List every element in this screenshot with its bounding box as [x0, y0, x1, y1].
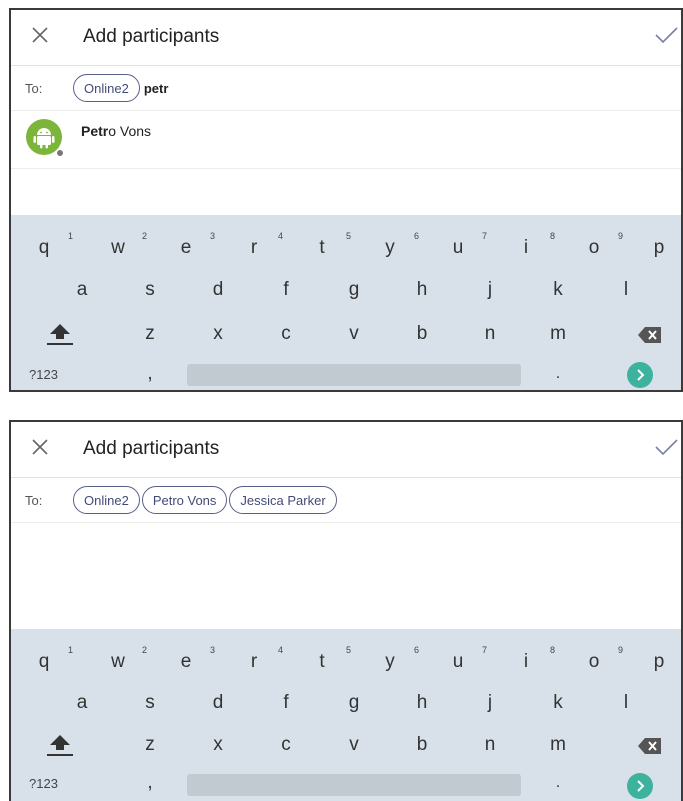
key-g[interactable]: g	[339, 692, 369, 714]
key-g[interactable]: g	[339, 279, 369, 301]
key-w[interactable]: w2	[103, 645, 147, 673]
recipients-field[interactable]: To: Online2 Petro Vons Jessica Parker	[11, 478, 681, 523]
result-name: Petro Vons	[81, 123, 151, 139]
key-z[interactable]: z	[135, 323, 165, 345]
key-t[interactable]: t5	[307, 645, 351, 673]
page-title: Add participants	[83, 26, 220, 47]
recipients-field[interactable]: To: Online2 petr	[11, 66, 681, 111]
key-n[interactable]: n	[475, 734, 505, 756]
backspace-icon[interactable]	[637, 325, 663, 345]
key-b[interactable]: b	[407, 323, 437, 345]
shift-arrow-icon[interactable]	[45, 321, 75, 345]
key-l[interactable]: l	[611, 279, 641, 301]
key-m[interactable]: m	[543, 734, 573, 756]
participant-chip[interactable]: Jessica Parker	[229, 486, 337, 514]
screen-selected-state: Add participants To: Online2 Petro Vons …	[9, 420, 683, 801]
key-x[interactable]: x	[203, 323, 233, 345]
key-h[interactable]: h	[407, 692, 437, 714]
spacebar[interactable]	[187, 774, 521, 796]
key-j[interactable]: j	[475, 692, 505, 714]
key-period[interactable]: .	[543, 365, 573, 383]
chevron-right-icon[interactable]	[627, 773, 653, 799]
key-n[interactable]: n	[475, 323, 505, 345]
key-r[interactable]: r4	[239, 231, 283, 259]
result-name-match: Petr	[81, 123, 109, 139]
symbols-key[interactable]: ?123	[29, 776, 58, 791]
key-x[interactable]: x	[203, 734, 233, 756]
participant-chip[interactable]: Petro Vons	[141, 486, 228, 514]
onscreen-keyboard: q1 w2 e3 r4 t5 y6 u7 i8 o9 p a s d f g h…	[11, 629, 681, 801]
key-o[interactable]: o9	[579, 645, 623, 673]
to-label: To:	[25, 80, 43, 96]
key-w[interactable]: w2	[103, 231, 147, 259]
presence-indicator	[56, 149, 64, 157]
backspace-icon[interactable]	[637, 736, 663, 756]
key-comma[interactable]: ,	[135, 363, 165, 385]
key-s[interactable]: s	[135, 692, 165, 714]
key-l[interactable]: l	[611, 692, 641, 714]
key-t[interactable]: t5	[307, 231, 351, 259]
shift-arrow-icon[interactable]	[45, 732, 75, 756]
key-j[interactable]: j	[475, 279, 505, 301]
key-c[interactable]: c	[271, 323, 301, 345]
key-comma[interactable]: ,	[135, 772, 165, 794]
symbols-key[interactable]: ?123	[29, 367, 58, 382]
key-f[interactable]: f	[271, 692, 301, 714]
page-title: Add participants	[83, 438, 220, 459]
key-q[interactable]: q1	[29, 645, 73, 673]
key-e[interactable]: e3	[171, 645, 215, 673]
participant-chip[interactable]: Online2	[73, 74, 140, 102]
checkmark-icon[interactable]	[653, 436, 679, 458]
key-a[interactable]: a	[67, 279, 97, 301]
key-y[interactable]: y6	[375, 645, 419, 673]
participant-chip[interactable]: Online2	[73, 486, 140, 514]
key-u[interactable]: u7	[443, 645, 487, 673]
key-m[interactable]: m	[543, 323, 573, 345]
close-icon[interactable]	[29, 436, 51, 458]
key-e[interactable]: e3	[171, 231, 215, 259]
key-a[interactable]: a	[67, 692, 97, 714]
key-c[interactable]: c	[271, 734, 301, 756]
chevron-right-icon[interactable]	[627, 362, 653, 388]
key-y[interactable]: y6	[375, 231, 419, 259]
onscreen-keyboard: q1 w2 e3 r4 t5 y6 u7 i8 o9 p a s d f g h…	[11, 215, 681, 390]
key-v[interactable]: v	[339, 323, 369, 345]
close-icon[interactable]	[29, 24, 51, 46]
key-p[interactable]: p	[644, 237, 674, 259]
key-p[interactable]: p	[644, 651, 674, 673]
key-k[interactable]: k	[543, 692, 573, 714]
key-s[interactable]: s	[135, 279, 165, 301]
key-q[interactable]: q1	[29, 231, 73, 259]
key-d[interactable]: d	[203, 279, 233, 301]
screen-search-state: Add participants To: Online2 petr Petro …	[9, 8, 683, 392]
key-f[interactable]: f	[271, 279, 301, 301]
key-i[interactable]: i8	[511, 645, 555, 673]
search-input[interactable]: petr	[144, 81, 169, 96]
key-u[interactable]: u7	[443, 231, 487, 259]
key-h[interactable]: h	[407, 279, 437, 301]
key-k[interactable]: k	[543, 279, 573, 301]
to-label: To:	[25, 492, 43, 508]
key-i[interactable]: i8	[511, 231, 555, 259]
spacebar[interactable]	[187, 364, 521, 386]
key-r[interactable]: r4	[239, 645, 283, 673]
key-z[interactable]: z	[135, 734, 165, 756]
android-icon	[33, 128, 55, 149]
key-o[interactable]: o9	[579, 231, 623, 259]
key-v[interactable]: v	[339, 734, 369, 756]
result-name-rest: o Vons	[108, 123, 152, 139]
checkmark-icon[interactable]	[653, 24, 679, 46]
key-b[interactable]: b	[407, 734, 437, 756]
header: Add participants	[11, 10, 681, 66]
key-period[interactable]: .	[543, 774, 573, 792]
search-result-item[interactable]: Petro Vons	[11, 111, 681, 169]
header: Add participants	[11, 422, 681, 478]
key-d[interactable]: d	[203, 692, 233, 714]
